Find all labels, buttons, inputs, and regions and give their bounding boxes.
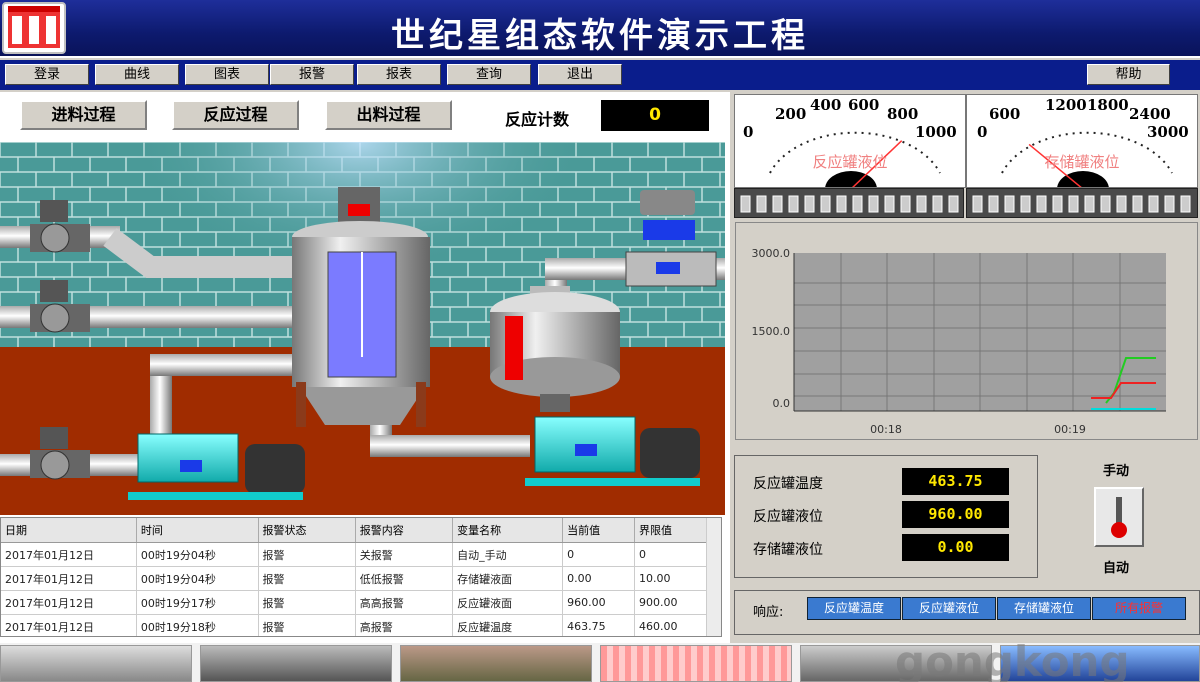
reaction-count-value: 0	[601, 100, 709, 131]
svg-text:1500.0: 1500.0	[752, 325, 791, 338]
readings-panel: 反应罐温度 463.75 反应罐液位 960.00 存储罐液位 0.00	[734, 455, 1038, 578]
reaction-count-label: 反应计数	[505, 110, 570, 129]
hmi-window: 世纪星组态软件演示工程 登录 曲线 图表 报警 报表 查询 退出 帮助 进料过程…	[0, 0, 1200, 682]
svg-text:0.0: 0.0	[773, 397, 791, 410]
reading-label-reactor-temp: 反应罐温度	[753, 476, 823, 492]
reading-value-reactor-temp: 463.75	[902, 468, 1009, 495]
table-row[interactable]: 2017年01月12日 00时19分04秒 报警 低低报警 存储罐液面 0.00 10.00	[1, 566, 707, 591]
menu-exit-button[interactable]: 退出	[538, 64, 622, 85]
response-storage-level-button[interactable]: 存储罐液位	[997, 597, 1091, 620]
response-all-alarms-button[interactable]: 所有报警	[1092, 597, 1186, 620]
svg-text:00:18: 00:18	[870, 423, 902, 436]
svg-text:00:19: 00:19	[1054, 423, 1086, 436]
reactor-level-gauge: 0 200 400 600 800 1000 反应罐液位	[734, 94, 966, 188]
storage-level-segment-bar	[966, 188, 1198, 218]
col-date[interactable]: 日期	[1, 518, 137, 543]
response-reactor-temp-button[interactable]: 反应罐温度	[807, 597, 901, 620]
col-current-value[interactable]: 当前值	[562, 518, 636, 543]
thumbnail-strip: gongkong	[0, 637, 1200, 682]
thumbnail-2[interactable]	[200, 645, 392, 682]
reading-label-storage-level: 存储罐液位	[753, 542, 823, 558]
reactor-level-segment-bar	[734, 188, 964, 218]
thumbnail-1[interactable]	[0, 645, 192, 682]
col-variable-name[interactable]: 变量名称	[452, 518, 564, 543]
auto-label: 自动	[1103, 561, 1130, 576]
watermark: gongkong	[895, 637, 1130, 682]
reading-value-storage-level: 0.00	[902, 534, 1009, 561]
response-label: 响应:	[753, 605, 784, 620]
menu-bar: 登录 曲线 图表 报警 报表 查询 退出 帮助	[0, 60, 1200, 90]
table-row[interactable]: 2017年01月12日 00时19分04秒 报警 关报警 自动_手动 0 0	[1, 542, 707, 567]
alarm-table[interactable]: 日期 时间 报警状态 报警内容 变量名称 当前值 界限值 2017年01月12日…	[0, 517, 722, 637]
thumbnail-3[interactable]	[400, 645, 592, 682]
title-bar: 世纪星组态软件演示工程	[0, 0, 1200, 58]
table-scrollbar[interactable]	[706, 518, 721, 636]
app-title: 世纪星组态软件演示工程	[391, 16, 809, 56]
menu-help-button[interactable]: 帮助	[1087, 64, 1170, 85]
tab-reaction-process[interactable]: 反应过程	[172, 100, 299, 130]
menu-chart-button[interactable]: 图表	[185, 64, 269, 85]
response-reactor-level-button[interactable]: 反应罐液位	[902, 597, 996, 620]
manual-label: 手动	[1103, 464, 1130, 479]
manual-auto-switch[interactable]	[1094, 487, 1144, 547]
col-limit-value[interactable]: 界限值	[634, 518, 707, 543]
trend-chart[interactable]: 3000.0 1500.0 0.0 00:18 00:19	[735, 222, 1198, 440]
tab-discharge-process[interactable]: 出料过程	[325, 100, 452, 130]
menu-curve-button[interactable]: 曲线	[95, 64, 179, 85]
table-row[interactable]: 2017年01月12日 00时19分18秒 报警 高报警 反应罐温度 463.75 460.…	[1, 614, 707, 636]
reading-value-reactor-level: 960.00	[902, 501, 1009, 528]
process-scene	[0, 142, 725, 515]
menu-query-button[interactable]: 查询	[447, 64, 531, 85]
menu-report-button[interactable]: 报表	[357, 64, 441, 85]
menu-alarm-button[interactable]: 报警	[270, 64, 354, 85]
response-bar: 响应: 反应罐温度 反应罐液位 存储罐液位 所有报警	[734, 590, 1200, 635]
thumbnail-4[interactable]	[600, 645, 792, 682]
table-row[interactable]: 2017年01月12日 00时19分17秒 报警 高高报警 反应罐液面 960.00 900…	[1, 590, 707, 615]
reading-label-reactor-level: 反应罐液位	[753, 509, 823, 525]
menu-login-button[interactable]: 登录	[5, 64, 89, 85]
storage-level-gauge: 0 600 1200 1800 2400 3000 存储罐液位	[966, 94, 1198, 188]
col-time[interactable]: 时间	[136, 518, 259, 543]
svg-text:3000.0: 3000.0	[752, 247, 791, 260]
col-alarm-content[interactable]: 报警内容	[355, 518, 454, 543]
col-alarm-status[interactable]: 报警状态	[258, 518, 356, 543]
tab-feed-process[interactable]: 进料过程	[20, 100, 147, 130]
